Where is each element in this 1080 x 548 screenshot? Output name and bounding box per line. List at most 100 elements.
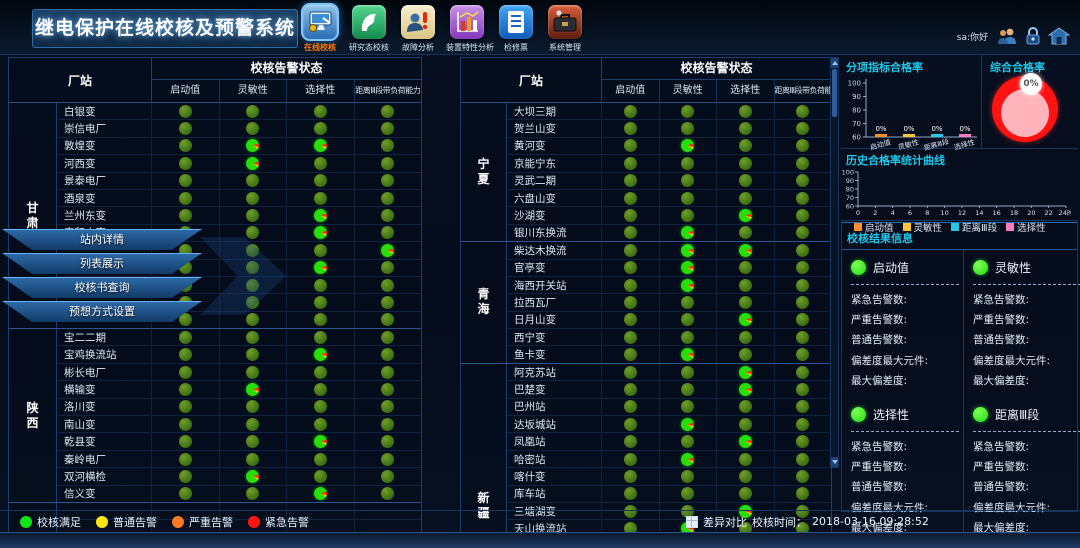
nav-item-maintenance-ticket[interactable]: 检修票	[495, 5, 537, 53]
status-cell[interactable]	[355, 277, 422, 293]
table-row[interactable]: 双河横检	[57, 468, 421, 485]
status-cell[interactable]	[602, 190, 660, 206]
status-cell[interactable]	[287, 451, 355, 467]
status-cell[interactable]	[775, 486, 832, 502]
status-cell[interactable]	[717, 260, 775, 276]
status-cell[interactable]	[220, 120, 288, 136]
status-cell[interactable]	[660, 260, 718, 276]
status-cell[interactable]	[152, 416, 220, 432]
status-cell[interactable]	[287, 207, 355, 223]
status-cell[interactable]	[717, 399, 775, 415]
status-cell[interactable]	[775, 155, 832, 171]
table-row[interactable]: 大坝三期	[507, 103, 831, 120]
table-row[interactable]: 南山变	[57, 416, 421, 433]
status-cell[interactable]	[717, 242, 775, 258]
table-row[interactable]: 库车站	[507, 486, 831, 503]
station-name-cell[interactable]: 酒泉变	[57, 190, 152, 206]
status-cell[interactable]	[152, 190, 220, 206]
status-cell[interactable]	[775, 260, 832, 276]
status-cell[interactable]	[775, 433, 832, 449]
status-cell[interactable]	[660, 294, 718, 310]
status-cell[interactable]	[152, 346, 220, 362]
station-name-cell[interactable]: 洛川变	[57, 399, 152, 415]
status-cell[interactable]	[152, 103, 220, 119]
status-cell[interactable]	[602, 364, 660, 380]
station-name-cell[interactable]: 凤凰站	[507, 433, 602, 449]
status-cell[interactable]	[287, 433, 355, 449]
station-name-cell[interactable]: 双河横检	[57, 468, 152, 484]
status-cell[interactable]	[602, 277, 660, 293]
status-cell[interactable]	[775, 277, 832, 293]
status-cell[interactable]	[717, 225, 775, 241]
table-row[interactable]: 酒泉变	[57, 190, 421, 207]
status-cell[interactable]	[220, 207, 288, 223]
status-cell[interactable]	[287, 486, 355, 502]
table-row[interactable]: 西宁变	[507, 329, 831, 346]
side-menu-button-list-display[interactable]: 列表展示	[2, 253, 202, 274]
status-cell[interactable]	[660, 329, 718, 345]
status-cell[interactable]	[775, 138, 832, 154]
status-cell[interactable]	[220, 381, 288, 397]
status-cell[interactable]	[355, 242, 422, 258]
status-cell[interactable]	[775, 207, 832, 223]
users-icon[interactable]	[996, 27, 1018, 45]
status-cell[interactable]	[717, 329, 775, 345]
table-row[interactable]: 六盘山变	[507, 190, 831, 207]
table-row[interactable]: 贺兰山变	[507, 120, 831, 137]
station-name-cell[interactable]: 巴楚变	[507, 381, 602, 397]
status-cell[interactable]	[660, 242, 718, 258]
table-row[interactable]: 敦煌变	[57, 138, 421, 155]
status-cell[interactable]	[602, 451, 660, 467]
station-name-cell[interactable]: 京能宁东	[507, 155, 602, 171]
station-name-cell[interactable]: 喀什变	[507, 468, 602, 484]
table-row[interactable]: 喀什变	[507, 468, 831, 485]
station-name-cell[interactable]: 信义变	[57, 486, 152, 502]
status-cell[interactable]	[717, 103, 775, 119]
station-name-cell[interactable]: 大坝三期	[507, 103, 602, 119]
status-cell[interactable]	[775, 381, 832, 397]
station-name-cell[interactable]: 宝二二期	[57, 329, 152, 345]
status-cell[interactable]	[717, 416, 775, 432]
status-cell[interactable]	[355, 416, 422, 432]
status-cell[interactable]	[355, 103, 422, 119]
status-cell[interactable]	[602, 242, 660, 258]
status-cell[interactable]	[152, 155, 220, 171]
station-name-cell[interactable]: 宝鸡换流站	[57, 346, 152, 362]
station-name-cell[interactable]: 南山变	[57, 416, 152, 432]
status-cell[interactable]	[775, 120, 832, 136]
status-cell[interactable]	[660, 486, 718, 502]
status-cell[interactable]	[717, 155, 775, 171]
nav-item-fault-analysis[interactable]: 故障分析	[397, 5, 439, 53]
status-cell[interactable]	[775, 399, 832, 415]
station-name-cell[interactable]: 阿克苏站	[507, 364, 602, 380]
status-cell[interactable]	[717, 451, 775, 467]
status-cell[interactable]	[220, 329, 288, 345]
status-cell[interactable]	[287, 416, 355, 432]
status-cell[interactable]	[775, 190, 832, 206]
status-cell[interactable]	[355, 399, 422, 415]
status-cell[interactable]	[355, 329, 422, 345]
station-name-cell[interactable]: 六盘山变	[507, 190, 602, 206]
station-name-cell[interactable]: 鱼卡变	[507, 346, 602, 362]
status-cell[interactable]	[660, 173, 718, 189]
status-cell[interactable]	[220, 190, 288, 206]
status-cell[interactable]	[717, 294, 775, 310]
table-row[interactable]: 信义变	[57, 486, 421, 502]
status-cell[interactable]	[220, 399, 288, 415]
status-cell[interactable]	[355, 207, 422, 223]
status-cell[interactable]	[602, 312, 660, 328]
status-cell[interactable]	[152, 207, 220, 223]
station-name-cell[interactable]: 兰州东变	[57, 207, 152, 223]
status-cell[interactable]	[717, 190, 775, 206]
status-cell[interactable]	[775, 346, 832, 362]
station-name-cell[interactable]: 贺兰山变	[507, 120, 602, 136]
status-cell[interactable]	[602, 260, 660, 276]
status-cell[interactable]	[717, 120, 775, 136]
status-cell[interactable]	[355, 346, 422, 362]
status-cell[interactable]	[660, 277, 718, 293]
station-name-cell[interactable]: 灵武二期	[507, 173, 602, 189]
status-cell[interactable]	[775, 329, 832, 345]
station-name-cell[interactable]: 巴州站	[507, 399, 602, 415]
status-cell[interactable]	[287, 399, 355, 415]
station-name-cell[interactable]: 黄河变	[507, 138, 602, 154]
